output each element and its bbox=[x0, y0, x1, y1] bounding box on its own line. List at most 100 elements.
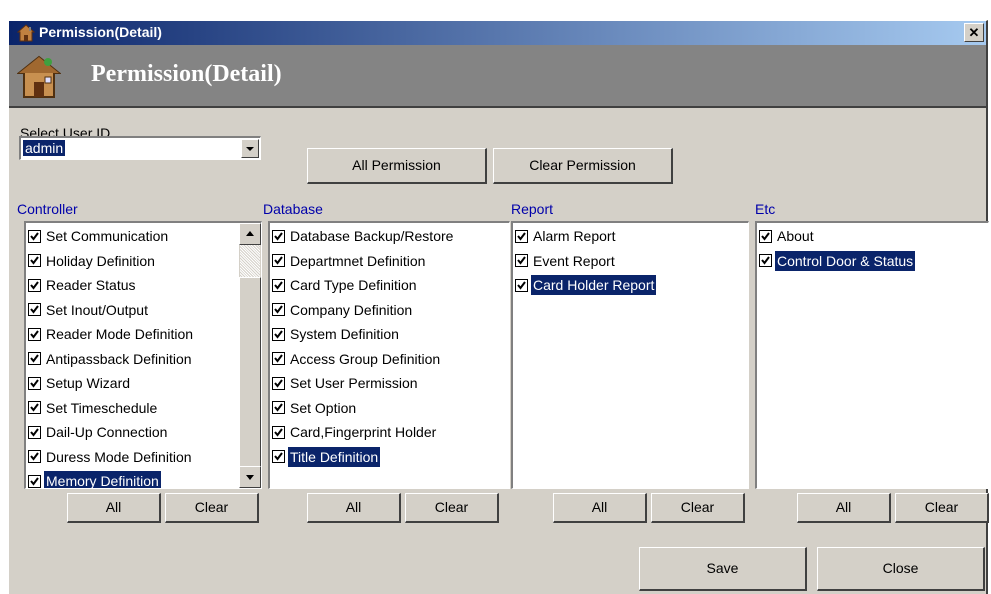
window-close-button[interactable]: ✕ bbox=[964, 23, 984, 42]
checkbox[interactable] bbox=[28, 450, 41, 463]
arrow-up-icon[interactable] bbox=[239, 223, 261, 245]
checkbox[interactable] bbox=[272, 229, 285, 243]
checkbox[interactable] bbox=[272, 278, 285, 292]
section-label-etc: Etc bbox=[755, 201, 776, 217]
controller-list-item[interactable]: Reader Mode Definition bbox=[28, 323, 195, 345]
controller-list-item[interactable]: Setup Wizard bbox=[28, 372, 132, 394]
check-icon bbox=[30, 476, 39, 486]
etc-list-item[interactable]: Control Door & Status bbox=[759, 250, 916, 272]
list-item-label: Set User Permission bbox=[290, 375, 418, 391]
report-all-button[interactable]: All bbox=[553, 493, 647, 523]
list-item-label: Departmnet Definition bbox=[290, 252, 426, 269]
checkbox[interactable] bbox=[28, 425, 41, 439]
checkbox[interactable] bbox=[272, 425, 285, 439]
checkbox[interactable] bbox=[28, 254, 41, 267]
database-all-button[interactable]: All bbox=[307, 493, 401, 523]
controller-scrollbar[interactable] bbox=[239, 223, 261, 488]
report-list[interactable]: Alarm Report Event Report Card Holder Repo… bbox=[511, 221, 749, 489]
report-list-item[interactable]: Card Holder Report bbox=[515, 274, 657, 296]
scroll-thumb[interactable] bbox=[239, 277, 261, 475]
house-icon bbox=[17, 24, 35, 42]
database-clear-button[interactable]: Clear bbox=[405, 493, 499, 523]
database-list-item[interactable]: Title Definition bbox=[272, 446, 381, 468]
database-list[interactable]: Database Backup/Restore Departmnet Defini… bbox=[268, 221, 510, 489]
etc-list[interactable]: About Control Door & Status bbox=[755, 221, 989, 489]
controller-list[interactable]: Set Communication Holiday Definition Reade… bbox=[24, 221, 262, 489]
checkbox[interactable] bbox=[272, 376, 285, 390]
controller-list-item[interactable]: Antipassback Definition bbox=[28, 348, 194, 370]
checkbox[interactable] bbox=[272, 303, 285, 316]
check-icon bbox=[517, 280, 526, 290]
section-label-database: Database bbox=[263, 201, 323, 217]
database-list-item[interactable]: Card Type Definition bbox=[272, 274, 419, 296]
check-icon bbox=[30, 329, 39, 339]
database-list-item[interactable]: Departmnet Definition bbox=[272, 250, 427, 272]
check-icon bbox=[274, 403, 283, 412]
chevron-down-icon[interactable] bbox=[241, 139, 259, 158]
list-item-label: Dail-Up Connection bbox=[46, 424, 168, 440]
list-item-label: Company Definition bbox=[290, 301, 413, 318]
checkbox[interactable] bbox=[272, 352, 285, 365]
controller-list-item[interactable]: Dail-Up Connection bbox=[28, 421, 169, 443]
report-list-item[interactable]: Alarm Report bbox=[515, 225, 617, 247]
checkbox[interactable] bbox=[28, 303, 41, 316]
section-label-controller: Controller bbox=[17, 201, 78, 217]
database-list-item[interactable]: System Definition bbox=[272, 323, 401, 345]
checkbox[interactable] bbox=[28, 401, 41, 414]
checkbox[interactable] bbox=[515, 229, 528, 243]
controller-list-item[interactable]: Duress Mode Definition bbox=[28, 446, 194, 468]
checkbox[interactable] bbox=[28, 278, 41, 292]
database-list-item[interactable]: Database Backup/Restore bbox=[272, 225, 455, 247]
checkbox[interactable] bbox=[272, 450, 285, 463]
checkbox[interactable] bbox=[28, 229, 41, 243]
checkbox[interactable] bbox=[272, 327, 285, 341]
database-list-item[interactable]: Card,Fingerprint Holder bbox=[272, 421, 438, 443]
section-label-report: Report bbox=[511, 201, 554, 217]
checkbox[interactable] bbox=[28, 376, 41, 390]
list-item-label: Set Inout/Output bbox=[46, 301, 148, 318]
controller-list-item[interactable]: Reader Status bbox=[28, 274, 138, 296]
checkbox[interactable] bbox=[28, 474, 41, 488]
checkbox[interactable] bbox=[272, 254, 285, 267]
list-item-label: Card Type Definition bbox=[290, 277, 417, 293]
database-list-item[interactable]: Set User Permission bbox=[272, 372, 420, 394]
checkbox[interactable] bbox=[28, 352, 41, 365]
list-item-label: Memory Definition bbox=[44, 471, 161, 489]
list-item-label: Access Group Definition bbox=[290, 350, 441, 367]
checkbox[interactable] bbox=[759, 254, 772, 267]
list-item-label: Holiday Definition bbox=[46, 252, 155, 269]
database-list-item[interactable]: Company Definition bbox=[272, 299, 414, 321]
database-list-item[interactable]: Set Option bbox=[272, 397, 358, 419]
controller-list-item[interactable]: Memory Definition bbox=[28, 470, 161, 489]
controller-list-item[interactable]: Set Communication bbox=[28, 225, 170, 247]
arrow-down-icon[interactable] bbox=[239, 466, 261, 488]
database-list-item[interactable]: Access Group Definition bbox=[272, 348, 442, 370]
controller-list-item[interactable]: Set Timeschedule bbox=[28, 397, 159, 419]
scroll-track[interactable] bbox=[240, 245, 260, 277]
checkbox[interactable] bbox=[515, 254, 528, 267]
checkbox[interactable] bbox=[759, 229, 772, 243]
checkbox[interactable] bbox=[515, 278, 528, 292]
list-item-label: Reader Status bbox=[46, 277, 136, 293]
user-id-dropdown[interactable]: admin bbox=[19, 136, 261, 160]
etc-list-item[interactable]: About bbox=[759, 225, 816, 247]
report-list-item[interactable]: Event Report bbox=[515, 250, 617, 272]
checkbox[interactable] bbox=[28, 327, 41, 341]
save-button[interactable]: Save bbox=[639, 547, 807, 591]
check-icon bbox=[274, 231, 283, 241]
controller-clear-button[interactable]: Clear bbox=[165, 493, 259, 523]
controller-list-item[interactable]: Holiday Definition bbox=[28, 250, 157, 272]
close-button[interactable]: Close bbox=[817, 547, 985, 591]
etc-all-button[interactable]: All bbox=[797, 493, 891, 523]
title-bar[interactable]: Permission(Detail) ✕ bbox=[9, 21, 986, 45]
list-item-label: Setup Wizard bbox=[46, 375, 131, 391]
controller-all-button[interactable]: All bbox=[67, 493, 161, 523]
clear-permission-button[interactable]: Clear Permission bbox=[493, 148, 673, 184]
check-icon bbox=[274, 256, 283, 265]
checkbox[interactable] bbox=[272, 401, 285, 414]
report-clear-button[interactable]: Clear bbox=[651, 493, 745, 523]
check-icon bbox=[761, 256, 770, 265]
all-permission-button[interactable]: All Permission bbox=[307, 148, 487, 184]
controller-list-item[interactable]: Set Inout/Output bbox=[28, 299, 150, 321]
etc-clear-button[interactable]: Clear bbox=[895, 493, 989, 523]
